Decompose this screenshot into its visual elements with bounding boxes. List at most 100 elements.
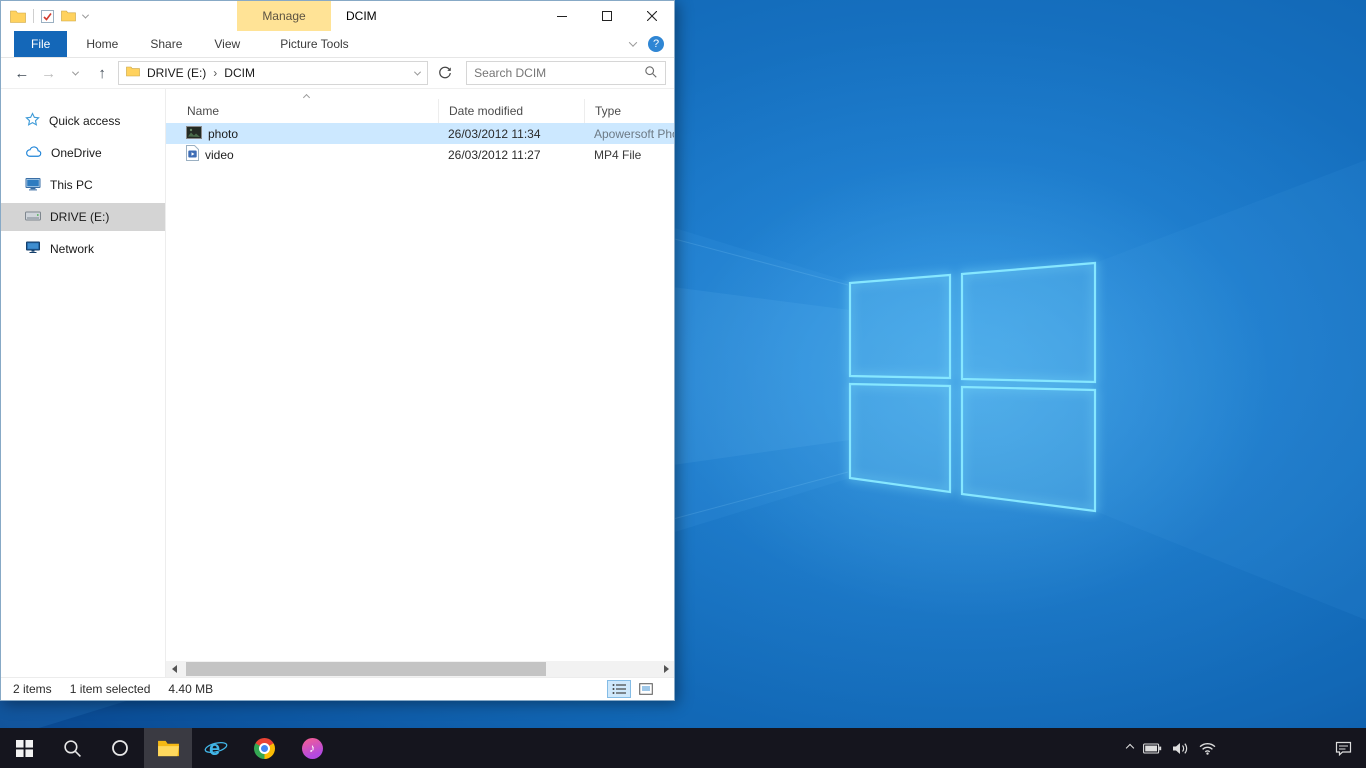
- quick-access-toolbar: [1, 9, 88, 23]
- taskbar: e ♪: [0, 728, 1366, 768]
- breadcrumb-dcim[interactable]: DCIM: [223, 66, 256, 80]
- volume-icon[interactable]: [1172, 728, 1189, 768]
- expand-ribbon-chevron-icon[interactable]: [630, 41, 636, 47]
- file-date-cell: 26/03/2012 11:27: [438, 148, 584, 162]
- titlebar: Manage DCIM: [1, 1, 674, 31]
- taskbar-itunes-button[interactable]: ♪: [288, 728, 336, 768]
- sidebar-item-this-pc[interactable]: This PC: [1, 171, 165, 199]
- folder-icon: [126, 66, 140, 80]
- star-icon: [25, 112, 40, 130]
- contextual-tab-group-manage[interactable]: Manage: [237, 1, 331, 31]
- tab-view[interactable]: View: [201, 31, 253, 57]
- hidden-icons-chevron-icon[interactable]: [1127, 728, 1133, 768]
- network-icon: [25, 241, 41, 257]
- horizontal-scrollbar[interactable]: [166, 661, 674, 677]
- tab-picture-tools[interactable]: Picture Tools: [267, 31, 361, 57]
- ribbon-right-buttons: ?: [630, 31, 674, 57]
- scroll-right-button[interactable]: [658, 661, 674, 677]
- customize-toolbar-chevron-icon[interactable]: [83, 14, 88, 19]
- help-button[interactable]: ?: [648, 36, 664, 52]
- minimize-button[interactable]: [539, 1, 584, 31]
- scrollbar-track[interactable]: [182, 661, 658, 677]
- cloud-icon: [25, 146, 42, 161]
- cortana-button[interactable]: [96, 728, 144, 768]
- sidebar-item-label: This PC: [50, 178, 93, 192]
- refresh-button[interactable]: [433, 61, 457, 85]
- tab-home[interactable]: Home: [73, 31, 131, 57]
- scroll-left-button[interactable]: [166, 661, 182, 677]
- maximize-button[interactable]: [584, 1, 629, 31]
- tab-share[interactable]: Share: [137, 31, 195, 57]
- drive-icon: [25, 210, 41, 224]
- sidebar-item-drive-e[interactable]: DRIVE (E:): [1, 203, 165, 231]
- address-bar[interactable]: DRIVE (E:) › DCIM: [118, 61, 429, 85]
- sidebar-item-label: OneDrive: [51, 146, 102, 160]
- search-input[interactable]: [474, 66, 644, 80]
- window-title: DCIM: [346, 1, 377, 31]
- sidebar-item-network[interactable]: Network: [1, 235, 165, 263]
- back-button[interactable]: ←: [11, 61, 33, 85]
- sidebar-item-label: DRIVE (E:): [50, 210, 109, 224]
- details-view-icon: [612, 683, 626, 695]
- itunes-icon: ♪: [302, 738, 323, 759]
- battery-icon[interactable]: [1143, 728, 1162, 768]
- tab-file[interactable]: File: [14, 31, 67, 57]
- search-box: [466, 61, 666, 85]
- file-type-cell: Apowersoft Pho: [584, 127, 674, 141]
- search-icon[interactable]: [644, 65, 658, 82]
- file-name: photo: [208, 127, 238, 141]
- file-list-area: Name Date modified Type photo 26/03/2012…: [166, 89, 674, 677]
- file-row-video[interactable]: video 26/03/2012 11:27 MP4 File: [166, 144, 674, 165]
- pc-icon: [25, 177, 41, 194]
- network-wifi-icon[interactable]: [1199, 728, 1216, 768]
- taskbar-internet-explorer-button[interactable]: e: [192, 728, 240, 768]
- recent-locations-chevron-icon[interactable]: [64, 61, 86, 85]
- taskbar-file-explorer-button[interactable]: [144, 728, 192, 768]
- sidebar-item-onedrive[interactable]: OneDrive: [1, 139, 165, 167]
- items-count: 2 items: [13, 682, 52, 696]
- file-name: video: [205, 148, 234, 162]
- taskbar-search-button[interactable]: [48, 728, 96, 768]
- video-file-icon: [186, 145, 199, 164]
- view-toggles: [607, 680, 662, 698]
- status-bar: 2 items 1 item selected 4.40 MB: [1, 677, 674, 700]
- start-button[interactable]: [0, 728, 48, 768]
- breadcrumb-separator-icon: ›: [213, 66, 217, 80]
- scroll-left-icon: [172, 665, 177, 673]
- column-header-name[interactable]: Name: [166, 99, 438, 123]
- large-icons-view-button[interactable]: [634, 680, 658, 698]
- action-center-icon[interactable]: [1335, 728, 1352, 768]
- file-explorer-window: Manage DCIM File Home Share View Picture…: [0, 0, 675, 701]
- column-header-date-modified[interactable]: Date modified: [438, 99, 584, 123]
- file-date-cell: 26/03/2012 11:34: [438, 127, 584, 141]
- breadcrumb-drive[interactable]: DRIVE (E:): [146, 66, 207, 80]
- taskbar-chrome-button[interactable]: [240, 728, 288, 768]
- address-dropdown-chevron-icon[interactable]: [415, 71, 420, 76]
- ribbon-tabs: File Home Share View Picture Tools ?: [1, 31, 674, 58]
- new-folder-icon[interactable]: [61, 10, 76, 22]
- large-icons-view-icon: [639, 683, 653, 695]
- column-header-type[interactable]: Type: [584, 99, 674, 123]
- up-button[interactable]: ↑: [91, 61, 113, 85]
- explorer-window-icon: [10, 10, 26, 23]
- cortana-ring-icon: [111, 739, 129, 757]
- scrollbar-thumb[interactable]: [186, 662, 546, 676]
- properties-icon[interactable]: [41, 10, 54, 23]
- sidebar-item-quick-access[interactable]: Quick access: [1, 107, 165, 135]
- close-icon: [647, 11, 657, 21]
- sidebar-item-label: Quick access: [49, 114, 120, 128]
- navigation-pane: Quick access OneDrive This PC DRIVE (E:): [1, 89, 166, 677]
- sidebar-item-label: Network: [50, 242, 94, 256]
- forward-button[interactable]: →: [38, 61, 60, 85]
- file-explorer-icon: [157, 739, 180, 758]
- selection-size: 4.40 MB: [168, 682, 213, 696]
- close-button[interactable]: [629, 1, 674, 31]
- svg-text:e: e: [209, 738, 220, 760]
- file-name-cell: video: [166, 145, 438, 164]
- music-note-glyph: ♪: [309, 741, 315, 755]
- maximize-icon: [602, 11, 612, 21]
- window-body: Quick access OneDrive This PC DRIVE (E:): [1, 89, 674, 677]
- details-view-button[interactable]: [607, 680, 631, 698]
- file-row-photo[interactable]: photo 26/03/2012 11:34 Apowersoft Pho: [166, 123, 674, 144]
- address-bar-row: ← → ↑ DRIVE (E:) › DCIM: [1, 58, 674, 89]
